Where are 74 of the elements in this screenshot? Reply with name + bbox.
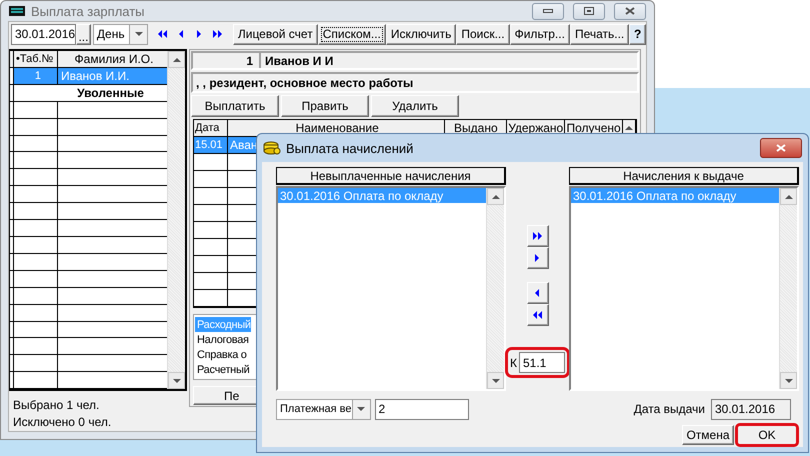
toolbar-button[interactable]: ? [629, 24, 646, 44]
up-arrow-icon [625, 126, 634, 130]
toolbar-button[interactable]: Фильтр... [510, 24, 570, 44]
group-row-text: Уволенные [76, 84, 145, 101]
down-arrow-icon [492, 378, 500, 382]
remove-button[interactable] [526, 282, 548, 304]
employee-name: Иванов И И [264, 53, 334, 68]
column-header: •Таб.№ [14, 51, 58, 67]
account-label: К [510, 356, 517, 370]
up-arrow-icon [784, 194, 792, 198]
double-right-arrow-icon [532, 232, 544, 240]
window-title: Выплата зарплаты [31, 4, 145, 18]
keyboard-icon [9, 5, 25, 17]
minimize-button[interactable] [532, 2, 564, 20]
down-arrow-icon [784, 378, 792, 382]
table-cell: 1 [14, 68, 58, 84]
remove-all-button[interactable] [526, 304, 548, 326]
toolbar-button[interactable]: Лицевой счет [232, 24, 318, 44]
up-arrow-icon [492, 194, 500, 198]
close-icon [625, 7, 635, 15]
double-left-arrow-icon [532, 311, 544, 319]
minimize-icon [543, 9, 553, 13]
date-label: Дата выдачи [634, 402, 705, 416]
scrollbar[interactable] [486, 188, 504, 389]
coins-icon [263, 140, 281, 156]
up-arrow-icon [172, 58, 180, 62]
status-text: Исключено 0 чел. [13, 414, 112, 431]
list-header: Начисления к выдаче [569, 167, 799, 185]
dialog-button[interactable]: OK [735, 423, 799, 447]
add-button[interactable] [526, 247, 548, 269]
double-right-arrow-icon [212, 30, 224, 38]
down-arrow-icon [134, 32, 143, 36]
column-header: Фамилия И.О. [74, 51, 154, 67]
toolbar-button[interactable]: Печать... [570, 24, 630, 44]
document-number-field[interactable]: 2 [374, 398, 469, 420]
scrollbar[interactable] [779, 188, 797, 389]
close-icon [776, 144, 786, 152]
list-item[interactable]: Налоговая [195, 332, 249, 348]
issue-date-field[interactable]: 30.01.2016 [711, 398, 791, 420]
toolbar-button[interactable]: Исключить [386, 24, 456, 44]
left-arrow-icon [534, 289, 541, 297]
maximize-icon [584, 7, 594, 15]
down-arrow-icon [172, 378, 180, 382]
list-item[interactable]: Справка о [195, 347, 247, 362]
status-text: Выбрано 1 чел. [13, 397, 100, 414]
browse-button[interactable]: ... [76, 24, 91, 44]
employee-number: 1 [193, 53, 261, 68]
right-arrow-icon [196, 30, 204, 38]
double-left-arrow-icon [156, 30, 169, 38]
toolbar-button[interactable]: Списком... [318, 24, 386, 44]
close-button[interactable] [614, 2, 646, 20]
action-button[interactable]: Править [281, 95, 369, 118]
dialog-button[interactable]: Отмена [682, 425, 734, 445]
right-arrow-icon [534, 254, 541, 262]
add-all-button[interactable] [526, 225, 548, 247]
period-dropdown[interactable]: День [92, 24, 148, 44]
document-type-dropdown[interactable]: Платежная ве [276, 398, 371, 420]
list-item[interactable]: Расчетный [195, 362, 250, 378]
scrollbar[interactable] [167, 51, 185, 389]
action-button[interactable]: Удалить [371, 95, 459, 118]
table-cell: 15.01 [194, 137, 228, 154]
left-arrow-icon [178, 30, 185, 38]
employee-info: , , резидент, основное место работы [191, 72, 639, 94]
close-button[interactable] [760, 138, 802, 158]
account-field[interactable]: 51.1 [519, 352, 565, 373]
action-button[interactable]: Выплатить [191, 95, 279, 118]
toolbar-button[interactable]: Поиск... [456, 24, 510, 44]
down-arrow-icon [357, 407, 366, 411]
table-cell: Иванов И.И. [58, 68, 167, 84]
dialog-title: Выплата начислений [286, 140, 414, 156]
list-header: Невыплаченные начисления [276, 167, 506, 185]
column-header: Дата [194, 120, 228, 136]
maximize-button[interactable] [573, 2, 605, 20]
date-field[interactable]: 30.01.2016 [11, 24, 76, 44]
